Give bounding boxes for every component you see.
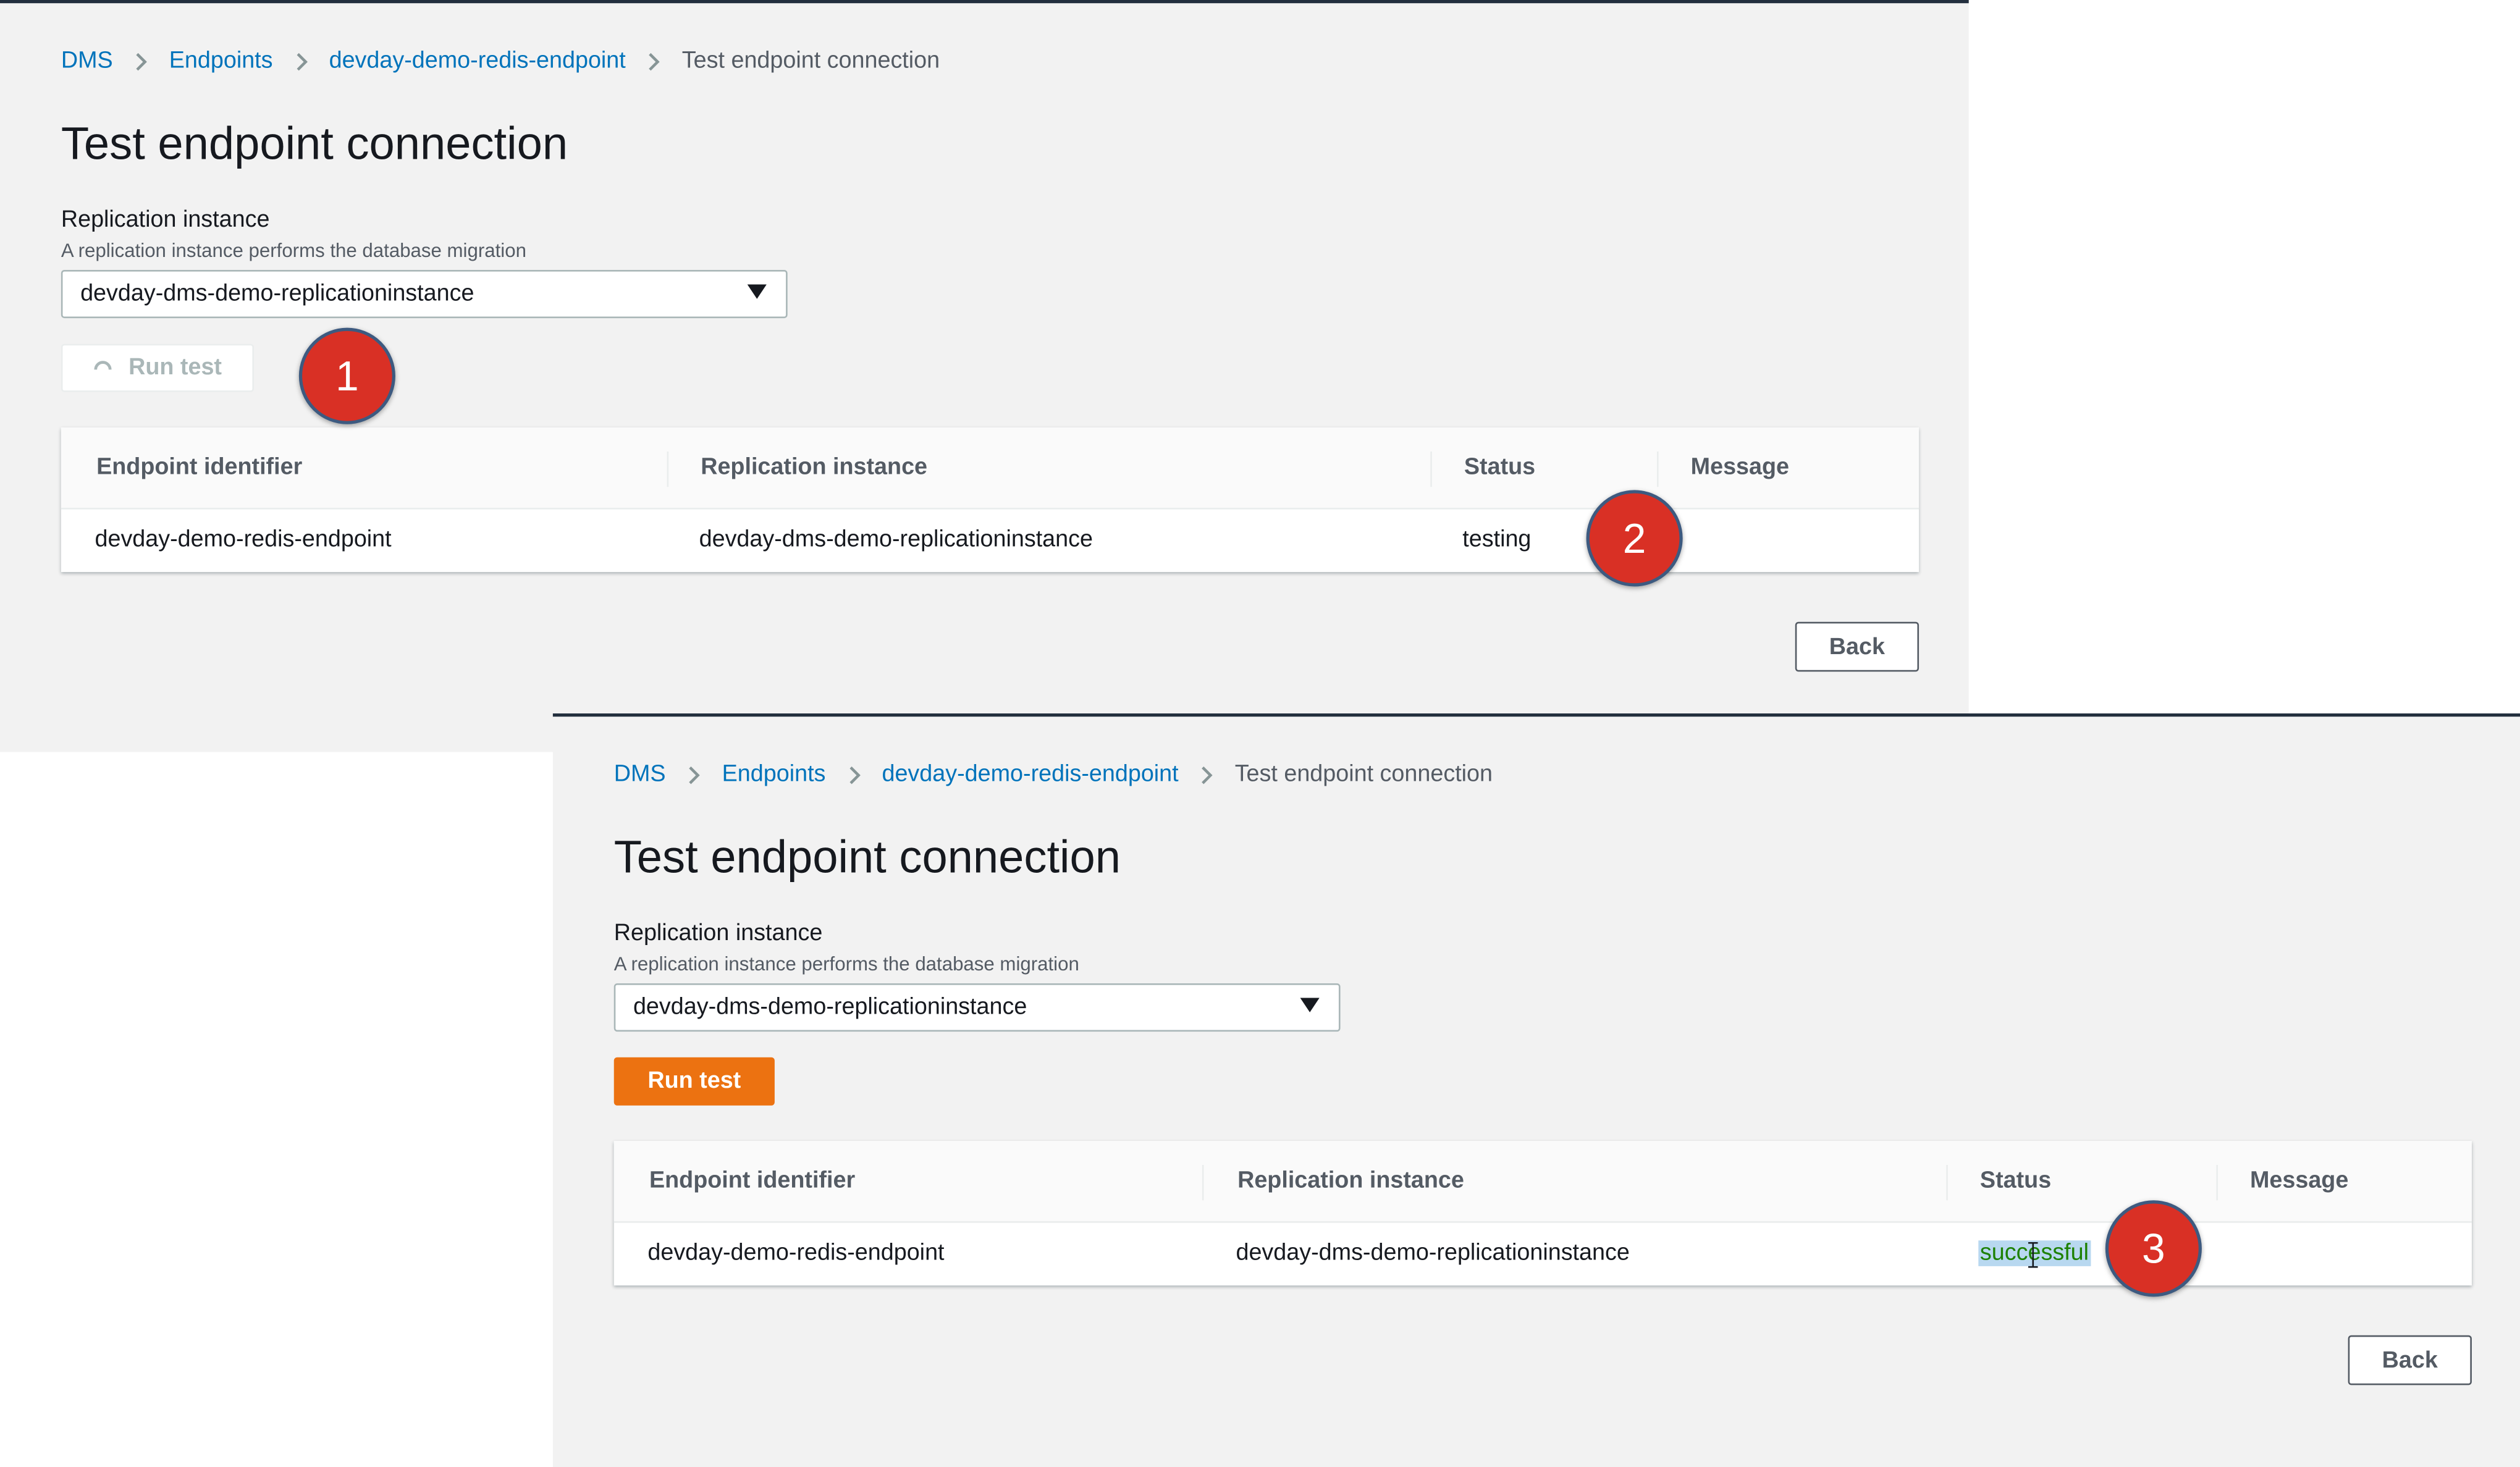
spinner-icon: [93, 358, 112, 377]
chevron-right-icon: [130, 51, 151, 72]
run-test-button[interactable]: Run test: [613, 1057, 775, 1106]
breadcrumb: DMS Endpoints devday-demo-redis-endpoint…: [61, 48, 940, 74]
breadcrumb-endpoints[interactable]: Endpoints: [169, 48, 273, 74]
column-endpoint-identifier[interactable]: Endpoint identifier: [96, 427, 302, 508]
column-replication-instance[interactable]: Replication instance: [1237, 1141, 1464, 1221]
column-divider: [1430, 451, 1432, 487]
replication-instance-label: Replication instance: [613, 920, 823, 947]
breadcrumb-endpoints[interactable]: Endpoints: [722, 762, 826, 788]
table-header: Endpoint identifier Replication instance…: [613, 1140, 2472, 1223]
composite-screenshot: DMS Endpoints devday-demo-redis-endpoint…: [0, 0, 2520, 1467]
select-value: devday-dms-demo-replicationinstance: [80, 281, 474, 307]
page-title: Test endpoint connection: [613, 832, 1121, 884]
replication-instance-select[interactable]: devday-dms-demo-replicationinstance: [61, 270, 788, 319]
step-badge-2: 2: [1586, 490, 1683, 587]
back-button[interactable]: Back: [2348, 1335, 2472, 1385]
page-title: Test endpoint connection: [61, 119, 568, 170]
chevron-right-icon: [683, 764, 704, 785]
test-connection-page-testing: DMS Endpoints devday-demo-redis-endpoint…: [0, 0, 1969, 752]
breadcrumb-current: Test endpoint connection: [1234, 762, 1493, 788]
column-status[interactable]: Status: [1464, 427, 1535, 508]
breadcrumb-dms[interactable]: DMS: [61, 48, 113, 74]
cell-endpoint: devday-demo-redis-endpoint: [95, 527, 392, 553]
step-badge-1: 1: [298, 327, 395, 424]
back-button[interactable]: Back: [1795, 621, 1919, 672]
caret-down-icon: [1300, 994, 1320, 1020]
column-divider: [1657, 451, 1659, 487]
column-endpoint-identifier[interactable]: Endpoint identifier: [649, 1141, 855, 1221]
select-value: devday-dms-demo-replicationinstance: [633, 994, 1027, 1020]
test-connection-page-successful: DMS Endpoints devday-demo-redis-endpoint…: [552, 713, 2520, 1467]
breadcrumb-dms[interactable]: DMS: [614, 762, 666, 788]
breadcrumb-current: Test endpoint connection: [681, 48, 940, 74]
column-divider: [667, 451, 669, 487]
cell-status: testing: [1462, 527, 1532, 553]
cell-instance: devday-dms-demo-replicationinstance: [1236, 1240, 1630, 1266]
chevron-right-icon: [1196, 764, 1217, 785]
text-cursor-icon: [2028, 1242, 2038, 1268]
column-divider: [2216, 1165, 2218, 1201]
caret-down-icon: [747, 281, 767, 307]
replication-instance-label: Replication instance: [61, 207, 270, 233]
status-successful[interactable]: successful: [1978, 1240, 2091, 1268]
step-badge-3: 3: [2105, 1200, 2202, 1297]
chevron-right-icon: [843, 764, 864, 785]
column-message[interactable]: Message: [2250, 1141, 2348, 1221]
run-test-button[interactable]: Run test: [61, 343, 255, 392]
replication-instance-description: A replication instance performs the data…: [613, 952, 1079, 976]
column-status[interactable]: Status: [1980, 1141, 2051, 1221]
cell-instance: devday-dms-demo-replicationinstance: [699, 527, 1093, 553]
run-test-label: Run test: [129, 355, 222, 381]
breadcrumb-endpoint-name[interactable]: devday-demo-redis-endpoint: [329, 48, 626, 74]
replication-instance-description: A replication instance performs the data…: [61, 239, 526, 263]
cell-status: successful: [1978, 1221, 2091, 1285]
breadcrumb-endpoint-name[interactable]: devday-demo-redis-endpoint: [882, 762, 1178, 788]
column-divider: [1202, 1165, 1204, 1201]
cell-endpoint: devday-demo-redis-endpoint: [647, 1240, 945, 1266]
column-message[interactable]: Message: [1691, 427, 1789, 508]
column-divider: [1946, 1165, 1948, 1201]
column-replication-instance[interactable]: Replication instance: [701, 427, 927, 508]
breadcrumb: DMS Endpoints devday-demo-redis-endpoint…: [614, 762, 1493, 788]
replication-instance-select[interactable]: devday-dms-demo-replicationinstance: [613, 983, 1341, 1032]
chevron-right-icon: [290, 51, 311, 72]
chevron-right-icon: [643, 51, 664, 72]
